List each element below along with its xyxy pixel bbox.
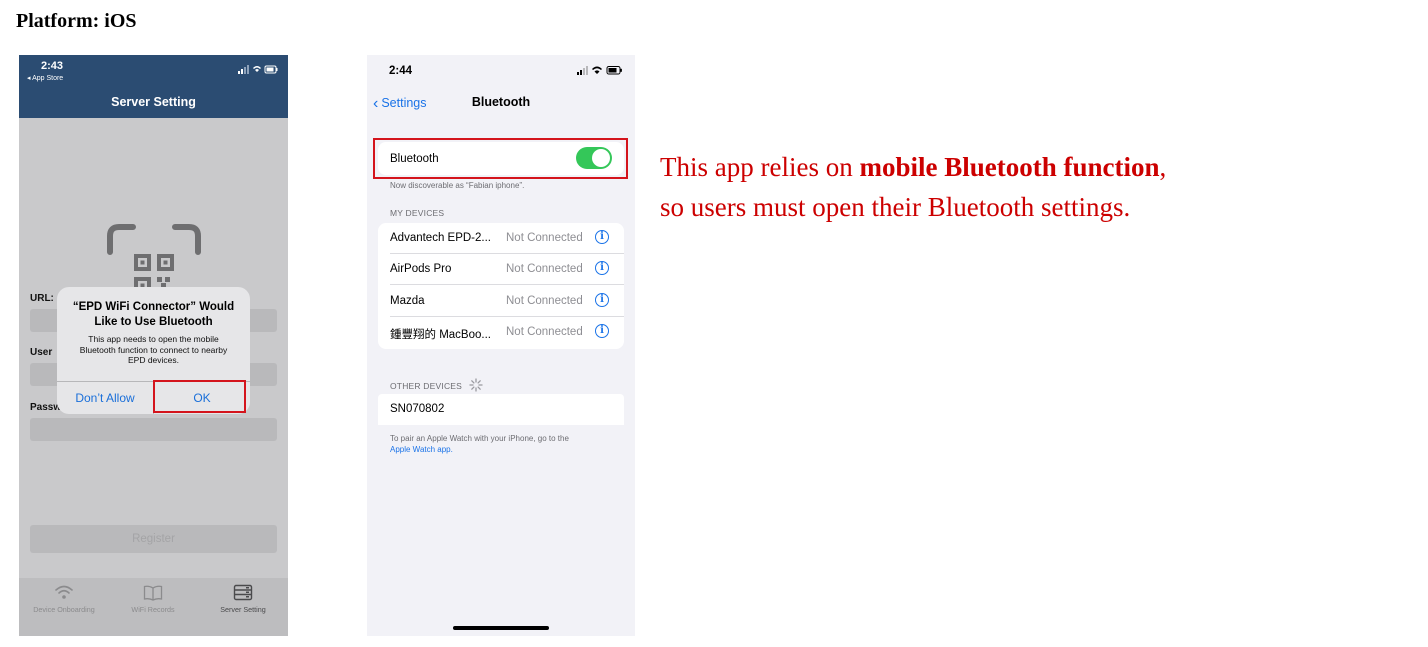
other-devices-list: SN070802 bbox=[378, 394, 624, 425]
device-name: 鍾豐翔的 MacBoo... bbox=[390, 329, 491, 341]
tab-device-onboarding[interactable]: Device Onboarding bbox=[19, 578, 109, 636]
device-status: Not Connected bbox=[506, 295, 583, 307]
loading-spinner-icon bbox=[468, 378, 483, 392]
caption-part1: This app relies on bbox=[660, 152, 860, 182]
phone-screenshot-server-setting: 2:43 ◂ App Store Server Setting URL: Use… bbox=[19, 55, 288, 636]
platform-label: Platform: iOS bbox=[16, 10, 137, 32]
device-row[interactable]: 鍾豐翔的 MacBoo... Not Connected i bbox=[378, 317, 624, 348]
device-row[interactable]: SN070802 bbox=[378, 394, 624, 425]
tab-bar: Device Onboarding WiFi Records Server Se… bbox=[19, 578, 288, 636]
device-name: Mazda bbox=[390, 295, 425, 307]
apple-watch-app-link[interactable]: Apple Watch app. bbox=[390, 445, 453, 454]
caption-text: This app relies on mobile Bluetooth func… bbox=[660, 147, 1180, 227]
device-status: Not Connected bbox=[506, 232, 583, 244]
wifi-icon bbox=[55, 585, 73, 599]
info-icon[interactable]: i bbox=[595, 324, 609, 338]
my-devices-list: Advantech EPD-2... Not Connected i AirPo… bbox=[378, 223, 624, 349]
device-name: Advantech EPD-2... bbox=[390, 232, 491, 244]
dont-allow-button[interactable]: Don’t Allow bbox=[57, 382, 153, 414]
server-icon bbox=[233, 584, 253, 601]
other-devices-label: OTHER DEVICES bbox=[390, 381, 463, 391]
tab-label: Device Onboarding bbox=[33, 605, 95, 614]
status-icons bbox=[238, 65, 278, 76]
device-row[interactable]: Mazda Not Connected i bbox=[378, 286, 624, 317]
other-devices-header: OTHER DEVICES bbox=[390, 378, 483, 392]
device-status: Not Connected bbox=[506, 263, 583, 275]
device-name: AirPods Pro bbox=[390, 263, 452, 275]
nav-header: 2:43 ◂ App Store Server Setting bbox=[19, 55, 288, 118]
caption-bold: mobile Bluetooth function bbox=[859, 152, 1160, 182]
device-row[interactable]: Advantech EPD-2... Not Connected i bbox=[378, 223, 624, 254]
pair-text: To pair an Apple Watch with your iPhone,… bbox=[390, 434, 569, 443]
user-label: User bbox=[30, 347, 53, 358]
tab-label: WiFi Records bbox=[131, 605, 175, 614]
tab-label: Server Setting bbox=[220, 605, 266, 614]
info-icon[interactable]: i bbox=[595, 261, 609, 275]
device-name: SN070802 bbox=[390, 403, 445, 415]
page-title: Bluetooth bbox=[471, 95, 531, 109]
home-indicator[interactable] bbox=[453, 626, 549, 630]
status-icons bbox=[577, 65, 623, 78]
ok-highlight-box bbox=[153, 380, 246, 413]
book-icon bbox=[143, 585, 163, 601]
back-to-app-store-link[interactable]: ◂ App Store bbox=[27, 74, 63, 82]
dialog-message: This app needs to open the mobile Blueto… bbox=[79, 334, 228, 365]
info-icon[interactable]: i bbox=[595, 293, 609, 307]
tab-wifi-records[interactable]: WiFi Records bbox=[108, 578, 198, 636]
apple-watch-pair-note: To pair an Apple Watch with your iPhone,… bbox=[390, 433, 620, 455]
device-status: Not Connected bbox=[506, 326, 583, 338]
device-row[interactable]: AirPods Pro Not Connected i bbox=[378, 254, 624, 285]
status-time: 2:43 bbox=[41, 60, 64, 72]
discoverable-note: Now discoverable as “Fabian iphone”. bbox=[390, 181, 525, 190]
status-time: 2:44 bbox=[389, 65, 413, 77]
tab-server-setting[interactable]: Server Setting bbox=[198, 578, 288, 636]
page-title: Server Setting bbox=[111, 95, 196, 109]
row-divider bbox=[390, 284, 624, 285]
dialog-title: “EPD WiFi Connector” Would Like to Use B… bbox=[72, 301, 235, 328]
password-input[interactable] bbox=[30, 418, 277, 441]
info-icon[interactable]: i bbox=[595, 230, 609, 244]
url-label: URL: bbox=[30, 293, 54, 304]
bluetooth-highlight-box bbox=[373, 138, 628, 179]
register-button[interactable]: Register bbox=[30, 525, 277, 553]
my-devices-header: MY DEVICES bbox=[390, 208, 445, 218]
